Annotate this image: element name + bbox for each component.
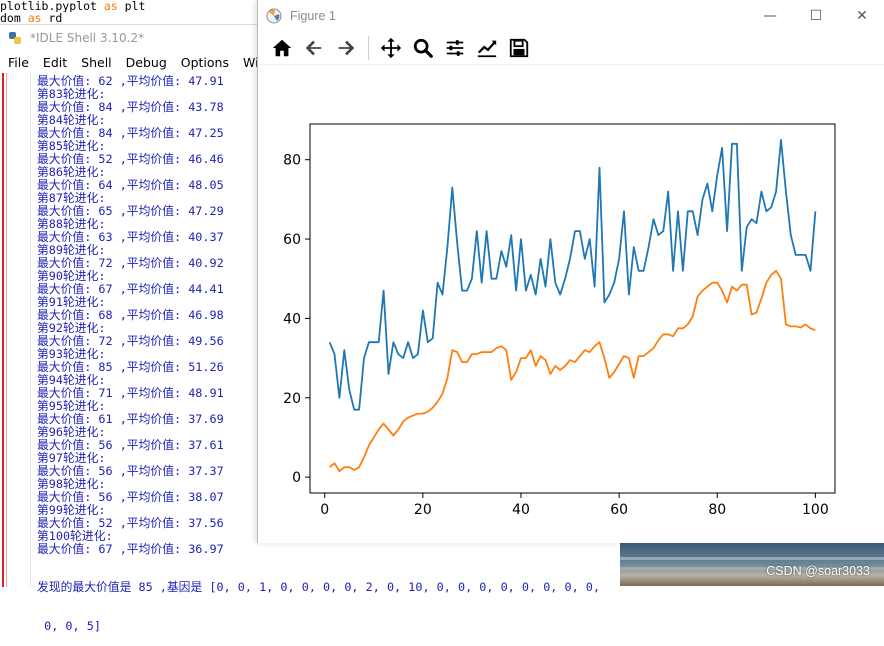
idle-shell-body[interactable]: 最大价值: 62 ,平均价值: 47.91 第83轮进化: 最大价值: 84 ,平均… [0,73,262,587]
x-tick-label: 40 [512,502,530,518]
line-chart[interactable]: 0 20 40 60 80 100 0 20 40 60 80 [258,64,884,543]
line-gutter [0,73,31,587]
editor-keyword: as [103,0,118,12]
edit-axis-icon [477,40,497,57]
forward-arrow-icon [338,40,355,55]
back-arrow-icon [305,40,322,55]
x-tick-label: 60 [610,502,628,518]
chart-series [328,139,817,473]
idle-title: *IDLE Shell 3.10.2* [30,31,145,45]
x-tick-label: 0 [320,502,329,518]
figure-title: Figure 1 [290,8,336,23]
back-button[interactable] [302,36,326,60]
figure-titlebar[interactable]: Figure 1 — ☐ ✕ [258,0,884,31]
shell-output[interactable]: 最大价值: 62 ,平均价值: 47.91 第83轮进化: 最大价值: 84 ,平均… [37,75,262,587]
home-icon [272,39,292,56]
configure-subplots-button[interactable] [443,36,467,60]
x-tick-label: 20 [414,502,432,518]
result-line: 0, 0, 5] [37,619,101,633]
result-line: 发现的最大价值是 85 ,基因是 [0, 0, 1, 0, 0, 0, 0, 2… [37,580,601,594]
axes-frame [309,123,836,494]
home-button[interactable] [270,36,294,60]
menu-debug[interactable]: Debug [126,55,167,70]
shell-output-tail[interactable]: 发现的最大价值是 85 ,基因是 [0, 0, 1, 0, 0, 0, 0, 2… [37,555,617,633]
zoom-icon [413,38,433,58]
y-tick-label: 40 [283,311,301,327]
menu-shell[interactable]: Shell [81,55,112,70]
background-photo: CSDN @soar3033 [620,543,884,586]
editor-line: plotlib.pyplot as plt [0,0,260,12]
toolbar-separator [368,35,369,60]
x-tick-label: 80 [708,502,726,518]
watermark: CSDN @soar3033 [766,564,870,578]
axis-ticks: 0 20 40 60 80 100 0 20 40 60 80 [283,153,829,518]
idle-menubar: File Edit Shell Debug Options Wind [0,51,262,73]
idle-shell-window: *IDLE Shell 3.10.2* File Edit Shell Debu… [0,24,262,587]
editor-keyword: as [27,12,42,24]
menu-edit[interactable]: Edit [43,55,67,70]
average-value-series-line [329,269,816,473]
editor-code: plt [117,0,146,12]
forward-button[interactable] [334,36,358,60]
editor-code: plotlib.pyplot [0,0,104,12]
zoom-button[interactable] [411,36,435,60]
y-tick-label: 60 [283,232,301,248]
y-tick-label: 0 [292,470,301,486]
matplotlib-icon [266,8,282,23]
python-icon [9,32,21,44]
maximize-button[interactable]: ☐ [793,0,839,31]
save-button[interactable] [507,36,531,60]
idle-titlebar[interactable]: *IDLE Shell 3.10.2* [0,25,262,51]
close-button[interactable]: ✕ [839,0,884,31]
menu-file[interactable]: File [8,55,29,70]
x-tick-label: 100 [802,502,829,518]
configure-subplots-icon [446,39,464,56]
save-icon [509,38,529,57]
y-tick-label: 80 [283,153,301,169]
edit-axis-button[interactable] [475,36,499,60]
editor-line: dom as rd [0,12,260,24]
max-value-series-line [328,139,817,411]
figure-toolbar [258,31,884,65]
y-tick-label: 20 [283,391,301,407]
figure-window: Figure 1 — ☐ ✕ 0 20 40 60 80 100 0 20 40… [257,0,884,543]
pan-icon [380,37,402,58]
menu-options[interactable]: Options [181,55,229,70]
editor-code: dom [0,12,28,24]
minimize-button[interactable]: — [747,0,793,31]
editor-code: rd [41,12,63,24]
pan-button[interactable] [379,36,403,60]
